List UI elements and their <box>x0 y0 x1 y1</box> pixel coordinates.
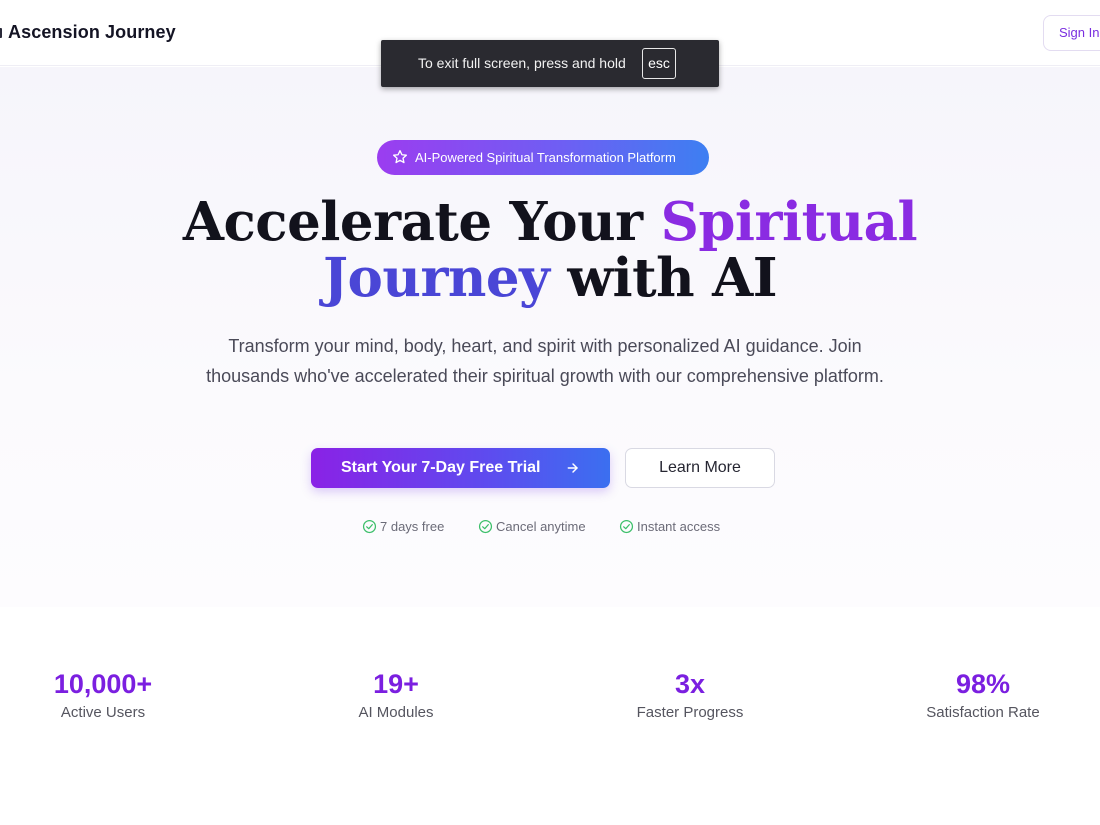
landing-page: Ascension Journey Sign In To exit full s… <box>0 0 1100 825</box>
headline-highlight-journey: Journey <box>322 247 550 309</box>
feature-label: 7 days free <box>380 519 445 534</box>
stat-label: Satisfaction Rate <box>926 704 1040 721</box>
stat-value: 10,000+ <box>53 669 153 699</box>
feature-label: Cancel anytime <box>496 519 586 534</box>
stat-label: Active Users <box>60 704 146 721</box>
check-circle-icon <box>619 519 634 534</box>
stat-value: 19+ <box>373 669 419 699</box>
start-free-trial-button[interactable]: Start Your 7-Day Free Trial <box>311 448 610 488</box>
esc-key-label: esc <box>642 48 676 79</box>
feature-free-days: 7 days free <box>362 518 462 536</box>
logo-icon[interactable] <box>0 28 2 38</box>
stat-satisfaction-rate: 98% Satisfaction Rate <box>883 668 1083 723</box>
feature-label: Instant access <box>637 519 721 534</box>
stat-value: 3x <box>674 669 706 699</box>
check-circle-icon <box>362 519 377 534</box>
headline-part1: Accelerate Your <box>182 191 661 253</box>
arrow-right-icon <box>567 463 578 473</box>
start-free-trial-label: Start Your 7-Day Free Trial <box>341 459 541 476</box>
headline-part2: with AI <box>549 247 778 309</box>
badge-text: AI-Powered Spiritual Transformation Plat… <box>415 150 676 165</box>
stat-value: 98% <box>955 669 1011 699</box>
star-icon <box>393 150 407 164</box>
hero-headline: Accelerate Your Spiritual Journey with A… <box>0 194 1100 306</box>
stat-faster-progress: 3x Faster Progress <box>590 668 790 723</box>
stat-label: AI Modules <box>358 704 434 721</box>
hero-subtitle: Transform your mind, body, heart, and sp… <box>206 336 884 386</box>
headline-highlight-spiritual: Spiritual <box>660 191 918 253</box>
brand-name[interactable]: Ascension Journey <box>8 22 176 43</box>
check-circle-icon <box>478 519 493 534</box>
fullscreen-notice-text: To exit full screen, press and hold <box>418 55 626 71</box>
platform-badge: AI-Powered Spiritual Transformation Plat… <box>377 140 709 175</box>
stat-active-users: 10,000+ Active Users <box>3 668 203 723</box>
learn-more-button[interactable]: Learn More <box>625 448 775 488</box>
feature-cancel-anytime: Cancel anytime <box>478 518 598 536</box>
stat-label: Faster Progress <box>636 704 744 721</box>
stat-ai-modules: 19+ AI Modules <box>296 668 496 723</box>
fullscreen-exit-notice: To exit full screen, press and hold esc <box>381 40 719 87</box>
sign-in-button[interactable]: Sign In <box>1043 15 1100 51</box>
feature-instant-access: Instant access <box>619 518 739 536</box>
